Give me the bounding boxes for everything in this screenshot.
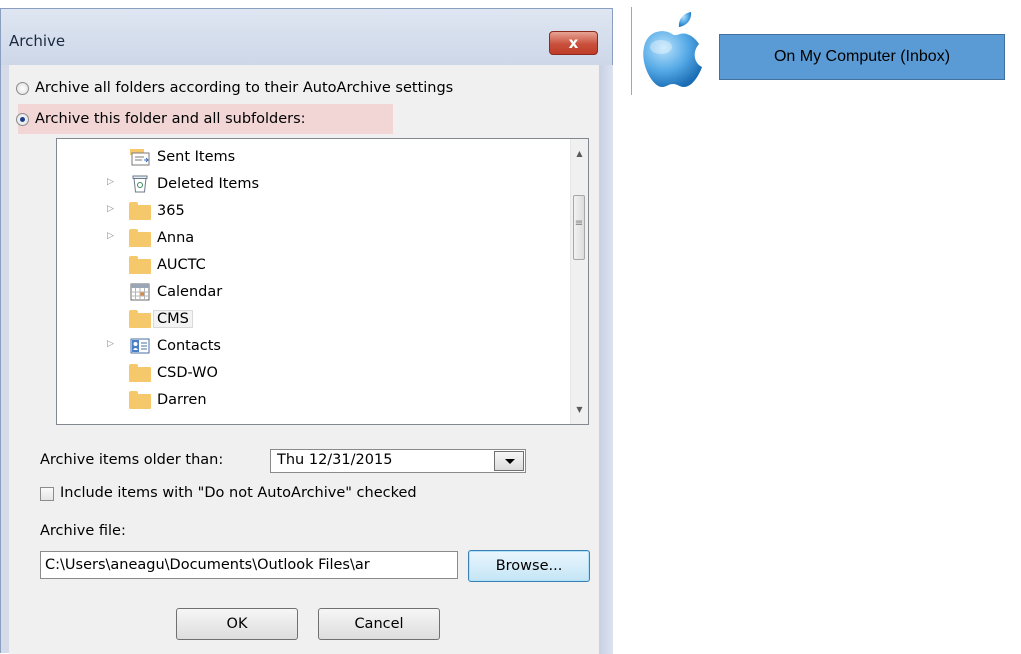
browse-button[interactable]: Browse... — [468, 550, 590, 582]
tree-item-label: Contacts — [157, 338, 221, 354]
dialog-title: Archive — [9, 32, 66, 50]
folder-icon — [129, 310, 151, 328]
tree-item-label: AUCTC — [157, 257, 206, 273]
window-frame-edge — [599, 65, 613, 654]
title-bar: Archive x — [1, 9, 612, 65]
dropdown-arrow-icon[interactable] — [494, 451, 524, 471]
older-than-label: Archive items older than: — [40, 452, 224, 468]
tree-item-label: Darren — [157, 392, 207, 408]
archive-file-label: Archive file: — [40, 523, 126, 539]
tree-item-deleted-items[interactable]: Deleted Items — [129, 172, 259, 196]
folder-tree[interactable]: Sent Items ▷ Deleted Items ▷ 365 ▷ Anna … — [56, 138, 589, 425]
expand-arrow-icon[interactable]: ▷ — [107, 231, 116, 242]
folder-icon — [129, 364, 151, 382]
trash-icon — [129, 175, 151, 193]
expand-arrow-icon[interactable]: ▷ — [107, 177, 116, 188]
include-do-not-autoarchive-checkbox[interactable] — [40, 487, 54, 501]
tree-item-label: CSD-WO — [157, 365, 218, 381]
folder-icon — [129, 391, 151, 409]
tree-item-contacts[interactable]: Contacts — [129, 334, 221, 358]
archive-this-folder-radio[interactable] — [16, 112, 29, 126]
archive-file-input[interactable]: C:\Users\aneagu\Documents\Outlook Files\… — [40, 551, 458, 579]
archive-all-option[interactable]: Archive all folders according to their A… — [16, 77, 453, 99]
folder-icon — [129, 256, 151, 274]
tree-item-cms[interactable]: CMS — [129, 307, 193, 331]
apple-logo-icon — [631, 7, 713, 95]
scroll-down-arrow-icon[interactable]: ▼ — [571, 401, 588, 418]
cancel-button[interactable]: Cancel — [318, 608, 440, 640]
tree-scrollbar[interactable]: ▲ ▼ — [570, 139, 588, 424]
tree-item-darren[interactable]: Darren — [129, 388, 207, 412]
older-than-date-picker[interactable]: Thu 12/31/2015 — [270, 449, 526, 473]
contacts-icon — [129, 337, 151, 355]
ok-button[interactable]: OK — [176, 608, 298, 640]
tree-item-auctc[interactable]: AUCTC — [129, 253, 206, 277]
older-than-value: Thu 12/31/2015 — [277, 452, 393, 468]
scroll-up-arrow-icon[interactable]: ▲ — [571, 145, 588, 162]
folder-icon — [129, 202, 151, 220]
tree-item-label: Calendar — [157, 284, 223, 300]
tree-item-calendar[interactable]: Calendar — [129, 280, 222, 304]
tree-item-label: Anna — [157, 230, 195, 246]
sent-items-icon — [129, 148, 151, 166]
include-do-not-autoarchive-label: Include items with "Do not AutoArchive" … — [60, 485, 417, 501]
tree-item-label: CMS — [153, 310, 193, 328]
scrollbar-thumb[interactable] — [573, 195, 585, 260]
tree-item-label: 365 — [157, 203, 185, 219]
tree-item-label: Sent Items — [157, 149, 236, 165]
expand-arrow-icon[interactable]: ▷ — [107, 339, 116, 350]
archive-all-label: Archive all folders according to their A… — [35, 80, 454, 96]
close-icon: x — [568, 34, 579, 52]
archive-this-folder-option[interactable]: Archive this folder and all subfolders: — [16, 108, 306, 130]
archive-this-folder-label: Archive this folder and all subfolders: — [35, 111, 306, 127]
tree-item-csd-wo[interactable]: CSD-WO — [129, 361, 218, 385]
close-button[interactable]: x — [549, 31, 598, 55]
tree-item-sent-items[interactable]: Sent Items — [129, 145, 235, 169]
archive-all-radio[interactable] — [16, 81, 29, 95]
folder-icon — [129, 229, 151, 247]
annotation-callout: On My Computer (Inbox) — [719, 34, 1005, 80]
tree-item-365[interactable]: 365 — [129, 199, 185, 223]
tree-item-label: Deleted Items — [157, 176, 260, 192]
expand-arrow-icon[interactable]: ▷ — [107, 204, 116, 215]
callout-text: On My Computer (Inbox) — [773, 48, 951, 65]
calendar-icon — [129, 283, 151, 301]
tree-item-anna[interactable]: Anna — [129, 226, 194, 250]
